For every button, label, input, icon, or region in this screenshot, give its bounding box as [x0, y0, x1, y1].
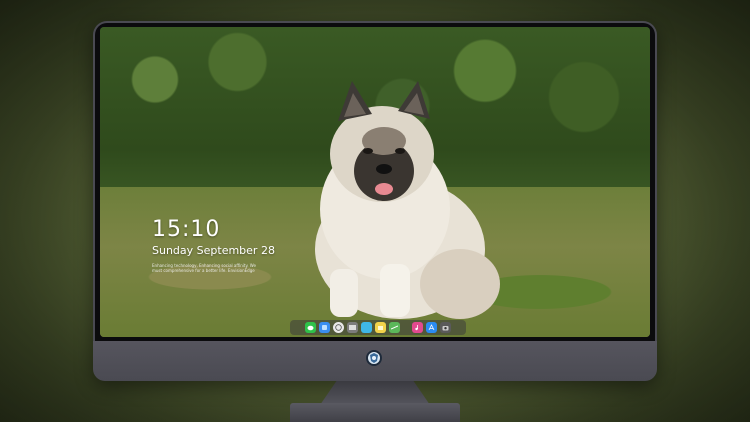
monitor-stand-neck — [320, 381, 430, 405]
wallpaper-dog-image — [315, 81, 500, 319]
notes-icon[interactable] — [375, 322, 386, 333]
video-icon[interactable] — [347, 322, 358, 333]
safari-icon[interactable] — [333, 322, 344, 333]
monitor: 15:10 Sunday September 28 Enhancing tech… — [93, 21, 657, 381]
lock-screen-note-line: must comprehensive for a better life. En… — [152, 268, 255, 273]
camera-icon[interactable] — [440, 322, 451, 333]
lock-screen[interactable]: 15:10 Sunday September 28 Enhancing tech… — [100, 27, 650, 337]
monitor-stand-base — [290, 403, 460, 422]
dock — [290, 320, 466, 335]
music-icon[interactable] — [412, 322, 423, 333]
monitor-bezel: 15:10 Sunday September 28 Enhancing tech… — [95, 23, 655, 341]
lock-screen-date: Sunday September 28 — [152, 244, 275, 257]
photos-icon[interactable] — [361, 322, 372, 333]
app-store-icon[interactable] — [426, 322, 437, 333]
messages-icon[interactable] — [305, 322, 316, 333]
finder-icon[interactable] — [319, 322, 330, 333]
lock-screen-time: 15:10 — [152, 217, 221, 242]
lock-screen-note: Enhancing technology, Enhancing social a… — [152, 263, 272, 273]
monitor-brand-logo-icon — [366, 350, 382, 366]
maps-icon[interactable] — [389, 322, 400, 333]
